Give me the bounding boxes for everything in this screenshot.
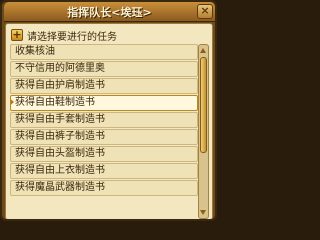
plus-icon: + <box>11 28 23 41</box>
window-title: 指挥队长<埃珏> <box>67 6 152 19</box>
selection-arrow-icon <box>11 96 14 108</box>
task-label: 不守信用的阿德里奥 <box>15 63 105 74</box>
task-label: 获得自由护肩制造书 <box>15 80 105 91</box>
task-item[interactable]: 获得自由上衣制造书 <box>10 163 198 179</box>
task-prompt: + 请选择要进行的任务 <box>8 27 208 43</box>
task-item[interactable]: 获得自由头盔制造书 <box>10 146 198 162</box>
task-item[interactable]: 获得魔晶武器制造书 <box>10 180 198 196</box>
task-item[interactable]: 获得自由护肩制造书 <box>10 78 198 94</box>
task-item-selected[interactable]: 获得自由鞋制造书 <box>10 95 198 111</box>
scroll-up-arrow-icon[interactable] <box>199 46 208 55</box>
title-bar[interactable]: 指挥队长<埃珏> × <box>4 2 215 22</box>
task-label: 获得自由头盔制造书 <box>15 148 105 159</box>
task-label: 获得自由上衣制造书 <box>15 165 105 176</box>
task-dialog-window: 指挥队长<埃珏> × + 请选择要进行的任务 收集核油 不守信用的阿德里奥 获得… <box>0 0 217 221</box>
prompt-text: 请选择要进行的任务 <box>27 31 117 43</box>
task-list: 收集核油 不守信用的阿德里奥 获得自由护肩制造书 获得自由鞋制造书 获得自由手套… <box>10 44 198 197</box>
task-label: 获得自由手套制造书 <box>15 114 105 125</box>
task-label: 获得自由裤子制造书 <box>15 131 105 142</box>
task-item[interactable]: 获得自由手套制造书 <box>10 112 198 128</box>
task-item[interactable]: 不守信用的阿德里奥 <box>10 61 198 77</box>
task-list-scrollbar[interactable] <box>198 44 209 219</box>
task-label: 获得自由鞋制造书 <box>15 97 95 108</box>
scroll-down-arrow-icon[interactable] <box>199 208 208 217</box>
scroll-thumb[interactable] <box>200 57 207 153</box>
task-item[interactable]: 获得自由裤子制造书 <box>10 129 198 145</box>
task-panel: + 请选择要进行的任务 收集核油 不守信用的阿德里奥 获得自由护肩制造书 获得自… <box>5 23 213 219</box>
task-label: 收集核油 <box>15 46 55 57</box>
task-label: 获得魔晶武器制造书 <box>15 182 105 193</box>
close-button[interactable]: × <box>197 4 213 19</box>
task-item[interactable]: 收集核油 <box>10 44 198 60</box>
